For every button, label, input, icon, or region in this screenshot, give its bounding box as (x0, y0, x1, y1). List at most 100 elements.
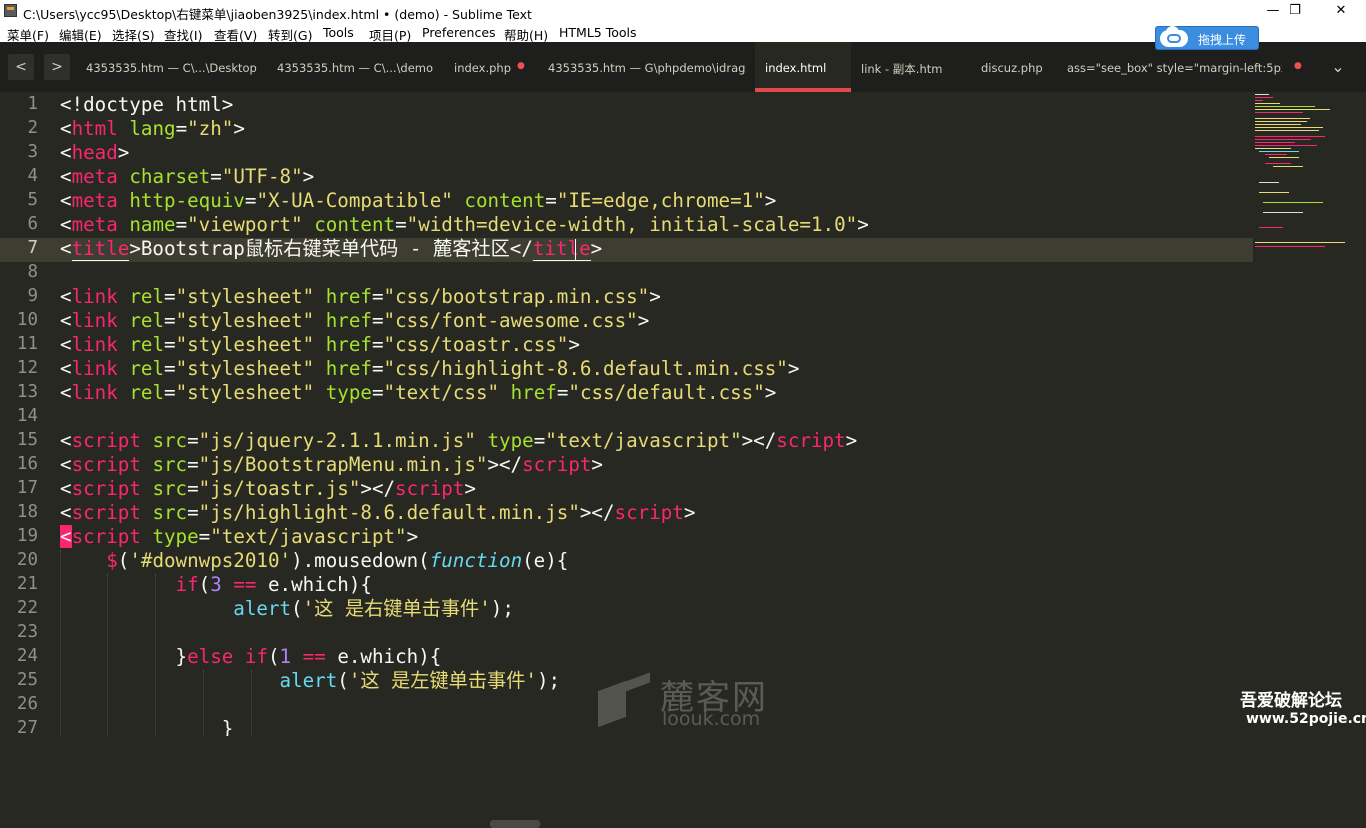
line-number: 14 (16, 406, 38, 426)
minimap-line (1265, 163, 1291, 164)
tab-label: ass="see_box" style="margin-left:5px;"> … (1067, 61, 1282, 75)
unsaved-dot-icon[interactable]: ● (1294, 61, 1302, 71)
minimap-line (1259, 192, 1289, 193)
editor-area[interactable]: 1 2 3 4 5 6 7 8 9 10 11 12 13 14 15 16 1… (0, 92, 1366, 828)
sublime-app-icon[interactable] (4, 4, 17, 17)
title-bar: C:\Users\ycc95\Desktop\右键菜单\jiaoben3925\… (0, 0, 1366, 22)
line-number: 21 (16, 574, 38, 594)
tab-label: 4353535.htm — C\...\demo (277, 61, 434, 75)
unsaved-dot-icon[interactable]: ● (517, 61, 525, 71)
minimap-line (1255, 145, 1317, 146)
line-number: 4 (27, 166, 38, 186)
drag-upload-label: 拖拽上传 (1198, 33, 1247, 47)
code-line-11: <link rel="stylesheet" href="css/toastr.… (60, 333, 580, 356)
loouk-logo-icon (598, 672, 650, 728)
line-number-current: 7 (27, 238, 38, 258)
line-number: 22 (16, 598, 38, 618)
line-number: 12 (16, 358, 38, 378)
horizontal-scrollbar[interactable] (490, 820, 540, 828)
minimap-line (1269, 157, 1299, 158)
code-line-25: alert('这 是左键单击事件'); (279, 669, 561, 692)
minimap-line (1255, 148, 1291, 149)
loouk-watermark: 麓客网 loouk.com (598, 668, 778, 732)
line-number: 27 (16, 718, 38, 738)
line-number: 13 (16, 382, 38, 402)
minimap-line (1265, 154, 1287, 155)
drag-upload-button[interactable]: 拖拽上传 (1155, 26, 1259, 50)
line-number: 1 (27, 94, 38, 114)
minimap-line (1255, 136, 1325, 137)
code-line-19: <script type="text/javascript"> (60, 525, 419, 548)
tab-label: 4353535.htm — C\...\Desktop (86, 61, 257, 75)
minimap-line (1255, 112, 1303, 113)
minimap-line (1255, 130, 1319, 131)
watermark-url: loouk.com (662, 708, 761, 730)
code-line-17: <script src="js/toastr.js"></script> (60, 477, 476, 500)
line-number: 9 (27, 286, 38, 306)
menu-tools[interactable]: Tools (323, 25, 354, 40)
code-line-7: <title>Bootstrap鼠标右键菜单代码 - 麓客社区</title> (60, 237, 603, 261)
code-line-13: <link rel="stylesheet" type="text/css" h… (60, 381, 777, 404)
tab-discuz-php[interactable]: discuz.php (971, 42, 1064, 92)
line-number: 20 (16, 550, 38, 570)
code-line-16: <script src="js/BootstrapMenu.min.js"></… (60, 453, 603, 476)
line-number: 15 (16, 430, 38, 450)
tab-4353535-idrag[interactable]: 4353535.htm — G\phpdemo\idrag (535, 42, 755, 92)
tab-4353535-desktop[interactable]: 4353535.htm — C\...\Desktop (75, 42, 265, 92)
line-number-gutter: 1 2 3 4 5 6 7 8 9 10 11 12 13 14 15 16 1… (0, 92, 48, 738)
minimap-line (1255, 121, 1307, 122)
line-number: 23 (16, 622, 38, 642)
minimap-line (1255, 242, 1345, 243)
line-number: 5 (27, 190, 38, 210)
minimap-line (1259, 227, 1283, 228)
minimap-line (1255, 100, 1263, 101)
code-line-4: <meta charset="UTF-8"> (60, 165, 315, 188)
menu-preferences[interactable]: Preferences (422, 25, 496, 40)
code-line-15: <script src="js/jquery-2.1.1.min.js" typ… (60, 429, 858, 452)
minimap-line (1255, 103, 1280, 104)
code-line-20: $('#downwps2010').mousedown(function(e){ (106, 549, 569, 572)
minimap-line (1255, 246, 1325, 247)
line-number: 10 (16, 310, 38, 330)
menu-html5-tools[interactable]: HTML5 Tools (559, 25, 637, 40)
tab-overflow-chevron-down-icon[interactable]: ⌄ (1318, 52, 1358, 82)
code-line-10: <link rel="stylesheet" href="css/font-aw… (60, 309, 650, 332)
minimap-line (1255, 97, 1273, 98)
minimap-line (1255, 127, 1323, 128)
minimap-line (1255, 109, 1330, 110)
cloud-icon (1160, 26, 1188, 47)
tab-4353535-demo[interactable]: 4353535.htm — C\...\demo (265, 42, 440, 92)
pojie-watermark-text: 吾爱破解论坛 (1240, 691, 1342, 711)
tab-label: 4353535.htm — G\phpdemo\idrag (548, 61, 746, 75)
code-line-21: if(3 == e.which){ (175, 573, 372, 596)
tab-index-html[interactable]: index.html (755, 42, 851, 92)
close-button[interactable]: ✕ (1318, 0, 1364, 22)
minimap-line (1263, 202, 1323, 203)
minimap-line (1263, 212, 1303, 213)
minimap[interactable] (1253, 92, 1366, 736)
minimap-line (1259, 151, 1299, 152)
tab-nav-left-button[interactable]: < (8, 54, 34, 80)
line-number: 26 (16, 694, 38, 714)
minimap-line (1273, 166, 1303, 167)
code-line-27: } (221, 717, 234, 736)
code-view[interactable]: <!doctype html> <html lang="zh"> <head> … (60, 92, 1253, 736)
code-line-3: <head> (60, 141, 130, 164)
code-line-2: <html lang="zh"> (60, 117, 245, 140)
code-line-12: <link rel="stylesheet" href="css/highlig… (60, 357, 800, 380)
line-number: 24 (16, 646, 38, 666)
tab-link-copy[interactable]: link - 副本.htm (851, 42, 971, 92)
minimap-line (1255, 142, 1295, 143)
code-line-18: <script src="js/highlight-8.6.default.mi… (60, 501, 696, 524)
tab-nav-right-button[interactable]: > (44, 54, 70, 80)
tab-index-php[interactable]: index.php ● (440, 42, 535, 92)
line-number: 19 (16, 526, 38, 546)
minimap-line (1255, 106, 1315, 107)
pojie-watermark-url: www.52pojie.cn (1246, 711, 1366, 727)
line-number: 6 (27, 214, 38, 234)
maximize-button[interactable]: ❐ (1272, 0, 1318, 22)
minimap-line (1259, 182, 1279, 183)
line-number: 16 (16, 454, 38, 474)
window-title: C:\Users\ycc95\Desktop\右键菜单\jiaoben3925\… (23, 7, 532, 22)
minimap-line (1255, 139, 1311, 140)
